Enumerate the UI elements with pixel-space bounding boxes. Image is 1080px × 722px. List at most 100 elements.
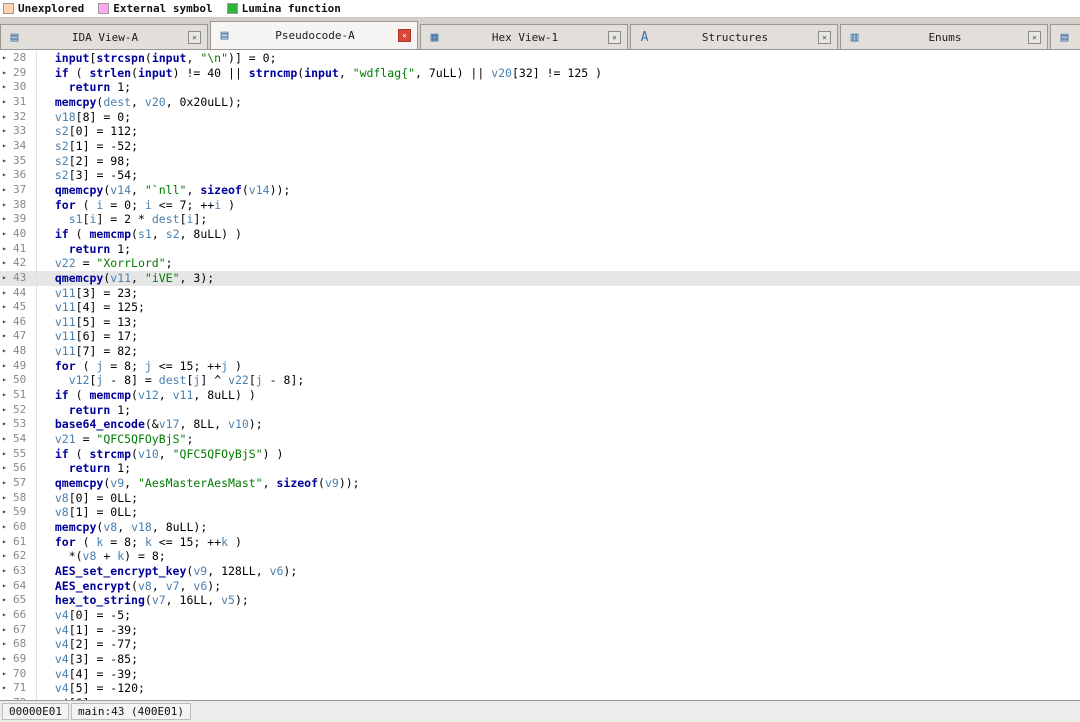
code-line[interactable]: ▸ 48 v11[7] = 82; [0,344,1080,359]
code-line[interactable]: ▸ 68 v4[2] = -77; [0,637,1080,652]
close-icon[interactable]: ✕ [608,30,621,44]
line-marker-icon: ▸ [2,111,7,121]
line-gutter: ▸ 34 [0,138,37,154]
code-line[interactable]: ▸ 31 memcpy(dest, v20, 0x20uLL); [0,94,1080,110]
code-line[interactable]: ▸ 46 v11[5] = 13; [0,314,1080,330]
code-line[interactable]: ▸ 52 return 1; [0,402,1080,418]
line-number: 45 [13,300,27,314]
code-text: for ( j = 8; j <= 15; ++j ) [54,358,242,373]
line-number: 64 [13,578,27,592]
code-line[interactable]: ▸ 49 for ( j = 8; j <= 15; ++j ) [0,358,1080,374]
line-gutter: ▸ 39 [0,212,37,227]
line-gutter: ▸ 52 [0,402,37,418]
code-line[interactable]: ▸ 30 return 1; [0,80,1080,95]
close-icon[interactable]: ✕ [818,30,831,44]
line-marker-icon: ▸ [2,126,7,136]
code-line[interactable]: ▸ 28 input[strcspn(input, "\n")] = 0; [0,51,1080,66]
code-line[interactable]: ▸ 51 if ( memcmp(v12, v11, 8uLL) ) [0,388,1080,403]
code-text: s2[1] = -52; [54,138,139,153]
code-line[interactable]: ▸ 29 if ( strlen(input) != 40 || strncmp(… [0,65,1080,81]
line-marker-icon: ▸ [2,155,7,165]
line-gutter: ▸ 30 [0,80,37,95]
code-line[interactable]: ▸72 v4[6] = [0,695,1080,700]
code-line[interactable]: ▸ 60 memcpy(v8, v18, 8uLL); [0,520,1080,535]
code-line[interactable]: ▸ 56 return 1; [0,461,1080,477]
code-line[interactable]: ▸ 39 s1[i] = 2 * dest[i]; [0,212,1080,227]
code-line[interactable]: ▸ 55 if ( strcmp(v10, "QFC5QFOyBjS") ) [0,446,1080,462]
pseudocode-view[interactable]: ▸ 28 input[strcspn(input, "\n")] = 0; ▸ 29 … [0,50,1080,700]
line-number: 57 [13,476,27,490]
code-line[interactable]: ▸ 34 s2[1] = -52; [0,138,1080,154]
tab-enums[interactable]: ▥ Enums ✕ [840,24,1048,49]
code-text: s2[0] = 112; [54,124,139,139]
code-line[interactable]: ▸ 38 for ( i = 0; i <= 7; ++i ) [0,197,1080,213]
code-line[interactable]: ▸ 43 qmemcpy(v11, "iVE", 3); [0,270,1080,286]
code-line[interactable]: ▸ 53 base64_encode(&v17, 8LL, v10); [0,417,1080,433]
code-text: base64_encode(&v17, 8LL, v10); [54,417,263,432]
code-line[interactable]: ▸ 62 *(v8 + k) = 8; [0,549,1080,564]
line-gutter: ▸ 45 [0,300,37,315]
code-line[interactable]: ▸ 45 v11[4] = 125; [0,300,1080,315]
code-line[interactable]: ▸ 47 v11[6] = 17; [0,329,1080,345]
legend-swatch [226,3,238,14]
tab-pseudocode-a[interactable]: ▤ Pseudocode-A ✕ [210,21,418,49]
code-text: AES_set_encrypt_key(v9, 128LL, v6); [54,563,298,578]
tab-hex-view-1[interactable]: ▦ Hex View-1 ✕ [420,24,628,49]
code-line[interactable]: ▸ 40 if ( memcmp(s1, s2, 8uLL) ) [0,226,1080,242]
code-line[interactable]: ▸ 50 v12[j - 8] = dest[j] ^ v22[j - 8]; [0,373,1080,389]
code-text: v8[0] = 0LL; [54,490,139,505]
code-line[interactable]: ▸ 32 v18[8] = 0; [0,109,1080,125]
code-line[interactable]: ▸ 54 v21 = "QFC5QFOyBjS"; [0,432,1080,447]
code-line[interactable]: ▸ 41 return 1; [0,241,1080,257]
line-number: 58 [13,490,27,504]
code-line[interactable]: ▸ 63 AES_set_encrypt_key(v9, 128LL, v6); [0,563,1080,579]
code-line[interactable]: ▸ 44 v11[3] = 23; [0,285,1080,301]
code-text: v11[4] = 125; [54,300,145,315]
code-line[interactable]: ▸ 67 v4[1] = -39; [0,622,1080,638]
line-gutter: ▸72 [0,695,37,700]
code-text: v4[3] = -85; [54,651,139,666]
code-text: v4[2] = -77; [54,637,139,652]
code-line[interactable]: ▸ 70 v4[4] = -39; [0,666,1080,682]
code-line[interactable]: ▸ 65 hex_to_string(v7, 16LL, v5); [0,593,1080,608]
close-icon[interactable]: ✕ [188,30,201,44]
code-line[interactable]: ▸ 58 v8[0] = 0LL; [0,490,1080,506]
legend-label: Unexplored [18,2,85,15]
code-line[interactable]: ▸ 64 AES_encrypt(v8, v7, v6); [0,578,1080,594]
close-icon[interactable]: ✕ [1028,30,1041,44]
tab-partial[interactable]: ▤ [1050,24,1080,49]
line-marker-icon: ▸ [2,492,7,502]
line-gutter: ▸ 65 [0,593,37,608]
close-icon[interactable]: ✕ [398,29,411,42]
code-line[interactable]: ▸ 57 qmemcpy(v9, "AesMasterAesMast", size… [0,476,1080,491]
code-line[interactable]: ▸ 33 s2[0] = 112; [0,124,1080,139]
code-line[interactable]: ▸ 36 s2[3] = -54; [0,168,1080,183]
tab-ida-view-a[interactable]: ▤ IDA View-A ✕ [0,24,208,49]
line-gutter: ▸ 28 [0,51,37,66]
code-text: memcpy(dest, v20, 0x20uLL); [54,94,242,109]
code-text: input[strcspn(input, "\n")] = 0; [54,51,277,65]
code-line[interactable]: ▸ 71 v4[5] = -120; [0,681,1080,696]
tab-structures[interactable]: A Structures ✕ [630,24,838,49]
code-text: s2[2] = 98; [54,153,132,168]
code-text: for ( k = 8; k <= 15; ++k ) [54,534,242,549]
code-line[interactable]: ▸ 35 s2[2] = 98; [0,153,1080,169]
code-line[interactable]: ▸ 61 for ( k = 8; k <= 15; ++k ) [0,534,1080,550]
tab-label: Pseudocode-A [275,29,355,42]
line-number: 33 [13,124,27,138]
code-line[interactable]: ▸ 59 v8[1] = 0LL; [0,505,1080,520]
line-number: 61 [13,534,27,548]
line-number: 56 [13,461,27,475]
line-gutter: ▸ 67 [0,622,37,638]
code-line[interactable]: ▸ 37 qmemcpy(v14, "`nll", sizeof(v14)); [0,182,1080,198]
code-text: qmemcpy(v11, "iVE", 3); [54,270,215,285]
code-line[interactable]: ▸ 42 v22 = "XorrLord"; [0,256,1080,271]
code-line[interactable]: ▸ 69 v4[3] = -85; [0,651,1080,667]
line-gutter: ▸ 47 [0,329,37,345]
code-text: v8[1] = 0LL; [54,505,139,520]
line-number: 35 [13,153,27,167]
line-gutter: ▸ 42 [0,256,37,271]
code-line[interactable]: ▸ 66 v4[0] = -5; [0,607,1080,623]
structures-icon: A [640,29,649,45]
line-gutter: ▸ 31 [0,94,37,110]
